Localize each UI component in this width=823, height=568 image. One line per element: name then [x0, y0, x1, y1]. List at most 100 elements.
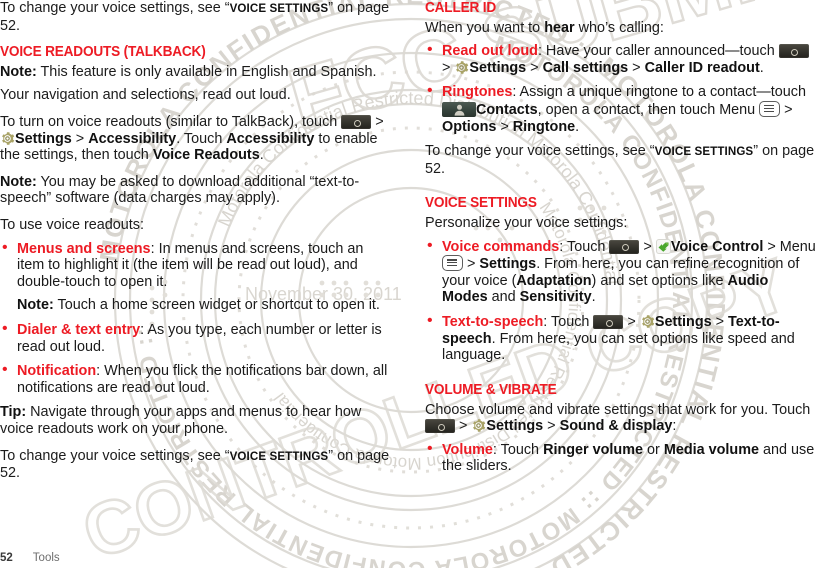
settings-label: Settings: [654, 314, 712, 331]
sep-2: >: [463, 256, 480, 273]
bullet-middle: , open a contact, then touch Menu: [537, 102, 760, 119]
bullet-term: Notification: [17, 363, 97, 380]
bullet-term: Ringtones: [442, 84, 513, 101]
outro-lead: To change your voice settings, see: [0, 447, 225, 464]
settings-label: Settings: [15, 130, 72, 147]
sep-2: >: [543, 418, 560, 435]
sensitivity-label: Sensitivity: [519, 289, 592, 306]
gear-icon[interactable]: [0, 131, 15, 146]
intro-lead: To change your voice settings, see: [0, 0, 225, 16]
sep-1: >: [442, 59, 455, 76]
adaptation-label: Adaptation: [516, 272, 592, 289]
settings-label: Settings: [486, 418, 544, 435]
list-item: Read out loud: Have your caller announce…: [425, 42, 817, 76]
list-item: Volume: Touch Ringer volume or Media vol…: [425, 441, 817, 475]
caller-id-intro-part1: When you want to: [425, 19, 545, 36]
voice-settings-intro: Personalize your voice settings:: [425, 215, 628, 232]
note-label: Note:: [0, 63, 37, 80]
turn-on-part1: To turn on voice readouts (similar to Ta…: [0, 114, 342, 131]
bullet-text-before: : Touch: [559, 238, 610, 255]
heading-volume-vibrate: VOLUME & VIBRATE: [425, 381, 557, 398]
bullet-note-text: Touch a home screen widget or shortcut t…: [53, 297, 380, 314]
gear-icon[interactable]: [471, 418, 486, 433]
sound-display-label: Sound & display: [559, 418, 673, 435]
home-key-icon[interactable]: [778, 44, 809, 59]
bullet-note: Note: Touch a home screen widget or shor…: [17, 297, 392, 314]
caller-id-intro: When you want to hear who’s calling:: [425, 20, 817, 37]
media-volume-label: Media volume: [663, 441, 759, 458]
right-column: CALLER ID When you want to hear who’s ca…: [425, 0, 817, 483]
list-item: Menus and screens: In menus and screens,…: [0, 240, 392, 314]
bullet-tail: .: [575, 118, 580, 135]
home-key-icon[interactable]: [341, 115, 372, 130]
outro-xref[interactable]: Voice Settings: [230, 450, 329, 463]
sep-1: >: [639, 238, 656, 255]
ringer-volume-label: Ringer volume: [543, 441, 644, 458]
note-download-text: You may be asked to download additional …: [0, 173, 360, 207]
use-readouts-intro: To use voice readouts:: [0, 217, 144, 234]
tip-paragraph: Tip: Navigate through your apps and menu…: [0, 404, 392, 437]
note-download-label: Note:: [0, 173, 37, 190]
bullet-note-label: Note:: [17, 297, 54, 314]
menu-key-icon[interactable]: [442, 255, 463, 272]
heading-voice-settings: VOICE SETTINGS: [425, 195, 537, 212]
caller-id-intro-bold: hear: [544, 19, 575, 36]
home-key-icon[interactable]: [593, 315, 624, 330]
call-settings-label: Call settings: [542, 59, 629, 76]
bullet-text-before: : Touch: [543, 314, 594, 331]
vv-intro-part1: Choose volume and vibrate settings that …: [425, 401, 811, 418]
sep-1: >: [623, 314, 640, 331]
list-item: Text-to-speech: Touch > Settings > Text-…: [425, 313, 817, 364]
volume-vibrate-bullet-list: Volume: Touch Ringer volume or Media vol…: [425, 441, 817, 475]
left-column: To change your voice settings, see “Voic…: [0, 0, 392, 492]
settings-label: Settings: [469, 59, 527, 76]
accessibility-label: Accessibility: [88, 130, 177, 147]
contacts-icon[interactable]: [442, 102, 476, 118]
home-key-icon[interactable]: [425, 419, 455, 434]
sep-1: >: [455, 418, 472, 435]
voice-control-icon[interactable]: [655, 238, 671, 254]
note-text: This feature is only available in Englis…: [36, 63, 377, 80]
vv-intro-tail: :: [672, 418, 677, 435]
bullet-text-mid3: and: [487, 289, 520, 306]
voice-readouts-bullet-list: Menus and screens: In menus and screens,…: [0, 240, 392, 397]
sep-2: >: [526, 59, 543, 76]
footer-page-number: 52: [0, 552, 13, 564]
turn-on-instructions: To turn on voice readouts (similar to Ta…: [0, 114, 392, 164]
list-item: Notification: When you flick the notific…: [0, 362, 392, 396]
gear-icon[interactable]: [454, 60, 469, 75]
settings-label: Settings: [479, 256, 537, 273]
heading-caller-id: CALLER ID: [425, 0, 496, 16]
bullet-tail: .: [759, 59, 764, 76]
bullet-term: Text-to-speech: [442, 314, 544, 331]
heading-voice-readouts: VOICE READOUTS (TALKBACK): [0, 44, 206, 61]
bullet-text-before: : Assign a unique ringtone to a contact—…: [512, 84, 806, 101]
bullet-tail: .: [591, 289, 596, 306]
bullet-term: Volume: [442, 441, 493, 458]
sep-2: >: [71, 130, 89, 147]
outro-xref[interactable]: Voice Settings: [655, 145, 754, 158]
menu-bar: [446, 262, 457, 264]
outro-crossref-paragraph: To change your voice settings, see “Voic…: [0, 447, 390, 482]
menu-bar: [446, 264, 457, 267]
options-label: Options: [442, 118, 497, 135]
menu-bar: [446, 259, 457, 261]
contacts-label: Contacts: [476, 102, 538, 119]
voice-settings-bullet-list: Voice commands: Touch > Voice Control > …: [425, 238, 817, 364]
note-download: Note: You may be asked to download addit…: [0, 174, 392, 207]
bullet-term: Dialer & text entry: [17, 321, 141, 338]
intro-xref[interactable]: Voice Settings: [230, 2, 329, 15]
bullet-term: Menus and screens: [17, 240, 151, 257]
gear-icon[interactable]: [640, 314, 655, 329]
caller-id-readout-label: Caller ID readout: [644, 59, 760, 76]
bullet-middle: or: [643, 441, 664, 458]
menu-bar: [763, 105, 774, 107]
sep-2: >: [711, 314, 729, 331]
turn-on-part4: .: [259, 147, 264, 164]
sep-1: >: [780, 102, 793, 119]
sep-3: >: [628, 59, 645, 76]
home-key-icon[interactable]: [609, 239, 640, 254]
menu-key-icon[interactable]: [759, 101, 781, 118]
bullet-middle: > Menu: [763, 238, 816, 255]
caller-id-outro: To change your voice settings, see “Voic…: [425, 143, 815, 177]
